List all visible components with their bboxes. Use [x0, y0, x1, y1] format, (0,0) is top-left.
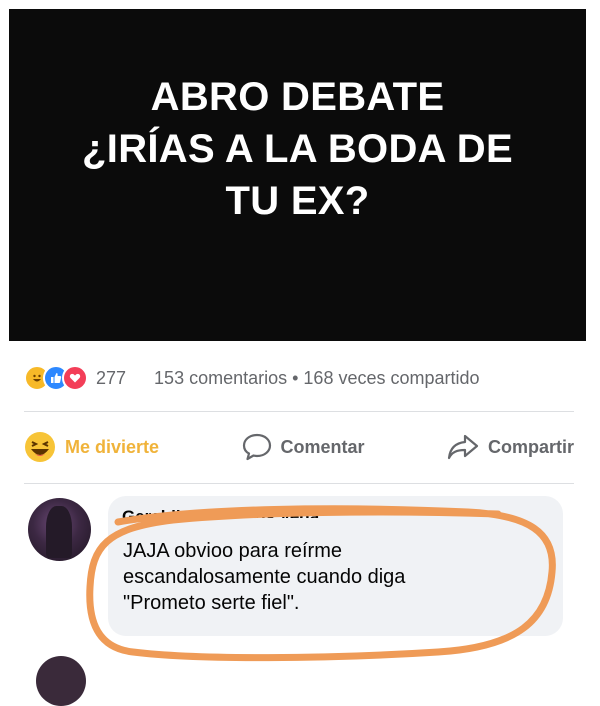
- comment-line: JAJA obvioo para reírme: [123, 540, 342, 562]
- comment-line: "Prometo serte fiel".: [123, 592, 300, 614]
- react-button[interactable]: Me divierte: [24, 431, 159, 463]
- share-button[interactable]: Compartir: [447, 433, 574, 461]
- post-image-text: ABRO DEBATE ¿IRÍAS A LA BODA DE TU EX?: [9, 71, 586, 227]
- love-icon: [62, 365, 88, 391]
- comment-button[interactable]: Comentar: [242, 433, 365, 461]
- share-label: Compartir: [487, 436, 574, 457]
- comment-icon: [242, 433, 272, 461]
- post-actions: Me divierte Comentar Compartir: [24, 426, 574, 468]
- post-text-line: TU EX?: [225, 179, 370, 223]
- comment-label: Comentar: [280, 436, 365, 457]
- reactions-summary[interactable]: 277: [24, 365, 126, 391]
- divider: [24, 411, 574, 412]
- post-image[interactable]: ABRO DEBATE ¿IRÍAS A LA BODA DE TU EX?: [9, 9, 586, 341]
- share-icon: [447, 433, 479, 461]
- comment: Geraldine Tec Rios Vega JAJA obvioo para…: [0, 488, 600, 706]
- comment-author[interactable]: Geraldine Tec Rios Vega: [122, 500, 382, 518]
- reaction-count: 277: [96, 367, 127, 388]
- haha-icon: [24, 431, 56, 463]
- comments-shares-count[interactable]: 153 comentarios • 168 veces compartido: [154, 368, 479, 389]
- post-text-line: ¿IRÍAS A LA BODA DE: [82, 127, 513, 171]
- comment-line: escandalosamente cuando diga: [123, 566, 406, 588]
- post-text-line: ABRO DEBATE: [150, 75, 445, 119]
- divider: [24, 483, 574, 484]
- avatar[interactable]: [28, 498, 91, 561]
- react-label: Me divierte: [65, 436, 160, 457]
- comment-text: JAJA obvioo para reírme escandalosamente…: [123, 538, 553, 616]
- avatar[interactable]: [36, 656, 86, 706]
- post-stats: 277 153 comentarios • 168 veces comparti…: [24, 363, 574, 393]
